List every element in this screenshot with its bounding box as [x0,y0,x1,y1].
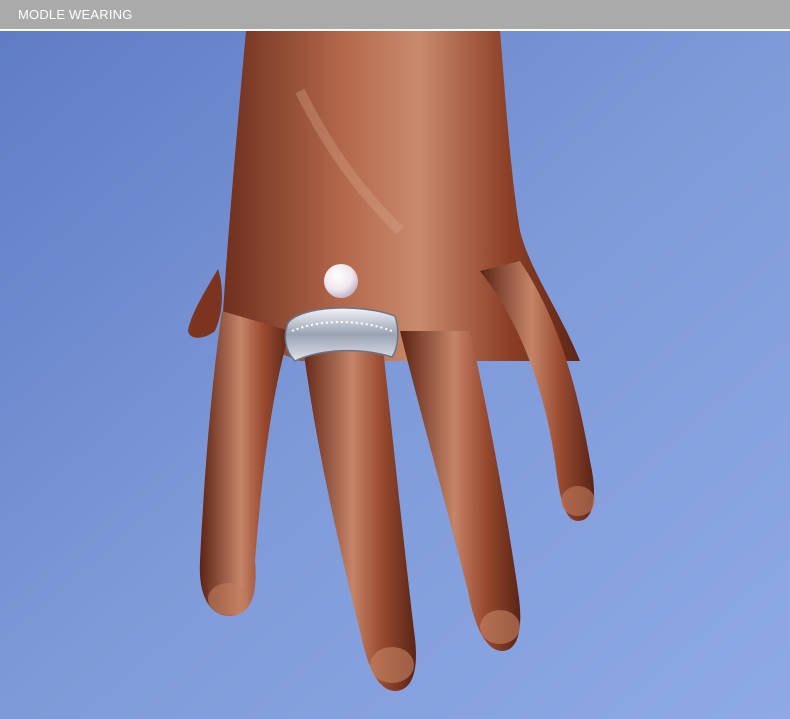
section-title: MODLE WEARING [18,7,133,22]
section-header: MODLE WEARING [0,0,790,30]
pinky-nail-shape [561,486,595,516]
ring-finger-nail-shape [480,610,520,644]
middle-nail-shape [370,647,414,683]
pearl-icon [324,264,358,298]
mannequin-hand-ring-image [0,31,790,719]
product-photo [0,31,790,719]
index-nail-shape [208,583,248,615]
